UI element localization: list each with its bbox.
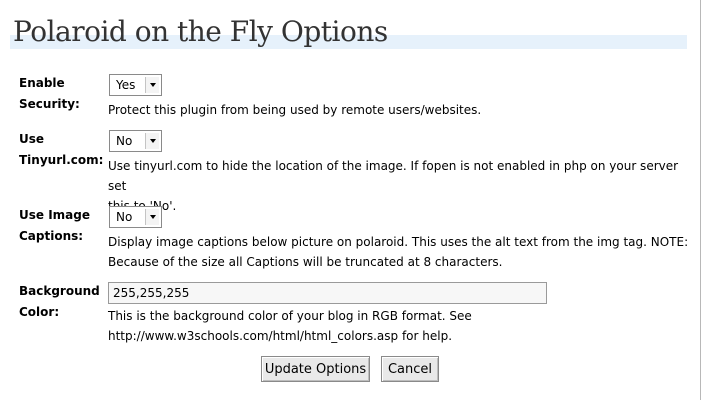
use-tinyurl-select[interactable]: No: [109, 130, 162, 152]
background-color-label: Background Color:: [19, 284, 100, 319]
page-title: Polaroid on the Fly Options: [13, 15, 388, 48]
use-image-captions-select[interactable]: No: [109, 206, 162, 228]
use-image-captions-label: Use Image Captions:: [19, 208, 90, 243]
enable-security-description: Protect this plugin from being used by r…: [108, 103, 482, 117]
chevron-down-icon: [145, 77, 159, 93]
chevron-down-icon: [145, 209, 159, 225]
enable-security-select[interactable]: Yes: [109, 74, 162, 96]
use-image-captions-description: Display image captions below picture on …: [108, 235, 689, 269]
enable-security-label: Enable Security:: [19, 76, 80, 111]
cancel-button[interactable]: Cancel: [381, 356, 439, 382]
use-tinyurl-label: Use Tinyurl.com:: [19, 132, 104, 167]
background-color-input[interactable]: [108, 282, 547, 304]
background-color-description: This is the background color of your blo…: [108, 309, 472, 343]
chevron-down-icon: [145, 133, 159, 149]
use-tinyurl-description: Use tinyurl.com to hide the location of …: [108, 159, 679, 213]
update-options-button[interactable]: Update Options: [261, 356, 370, 382]
